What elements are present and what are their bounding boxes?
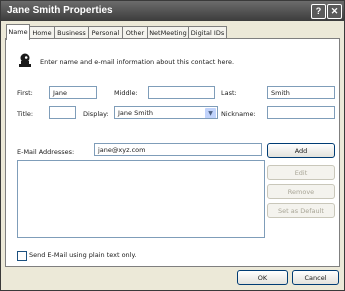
- edit-email-button[interactable]: Edit: [267, 165, 335, 180]
- cancel-button[interactable]: Cancel: [292, 270, 339, 285]
- contact-card-icon: [18, 52, 32, 68]
- email-label: E-Mail Addresses:: [17, 148, 75, 156]
- set-default-button[interactable]: Set as Default: [267, 203, 335, 218]
- last-label: Last:: [221, 89, 237, 97]
- email-address-list[interactable]: [17, 160, 265, 238]
- name-tab-panel: Enter name and e-mail information about …: [5, 38, 340, 267]
- remove-email-button[interactable]: Remove: [267, 184, 335, 199]
- properties-dialog: Jane Smith Properties ? ✕ Name Home Busi…: [0, 0, 345, 291]
- title-bar[interactable]: Jane Smith Properties ? ✕: [1, 1, 344, 21]
- first-label: First:: [17, 89, 33, 97]
- window-title: Jane Smith Properties: [7, 5, 113, 16]
- intro-text: Enter name and e-mail information about …: [40, 58, 235, 66]
- display-name-value: Jane Smith: [118, 109, 154, 117]
- title-label: Title:: [17, 110, 34, 118]
- nickname-label: Nickname:: [221, 110, 256, 118]
- middle-label: Middle:: [114, 89, 138, 97]
- help-icon[interactable]: ?: [311, 4, 326, 19]
- plain-text-checkbox[interactable]: [17, 251, 27, 261]
- plain-text-label: Send E-Mail using plain text only.: [29, 251, 137, 259]
- close-icon[interactable]: ✕: [327, 4, 342, 19]
- ok-button[interactable]: OK: [237, 270, 288, 285]
- add-email-button[interactable]: Add: [267, 143, 335, 158]
- display-name-select[interactable]: Jane Smith ▼: [114, 106, 218, 119]
- title-field[interactable]: [49, 106, 76, 119]
- first-name-field[interactable]: Jane: [49, 86, 97, 99]
- last-name-field[interactable]: Smith: [267, 86, 335, 99]
- nickname-field[interactable]: [267, 106, 335, 119]
- tab-name[interactable]: Name: [6, 24, 30, 40]
- display-label: Display:: [83, 110, 109, 118]
- middle-name-field[interactable]: [148, 86, 215, 99]
- email-input[interactable]: jane@xyz.com: [94, 143, 262, 156]
- chevron-down-icon[interactable]: ▼: [205, 108, 216, 118]
